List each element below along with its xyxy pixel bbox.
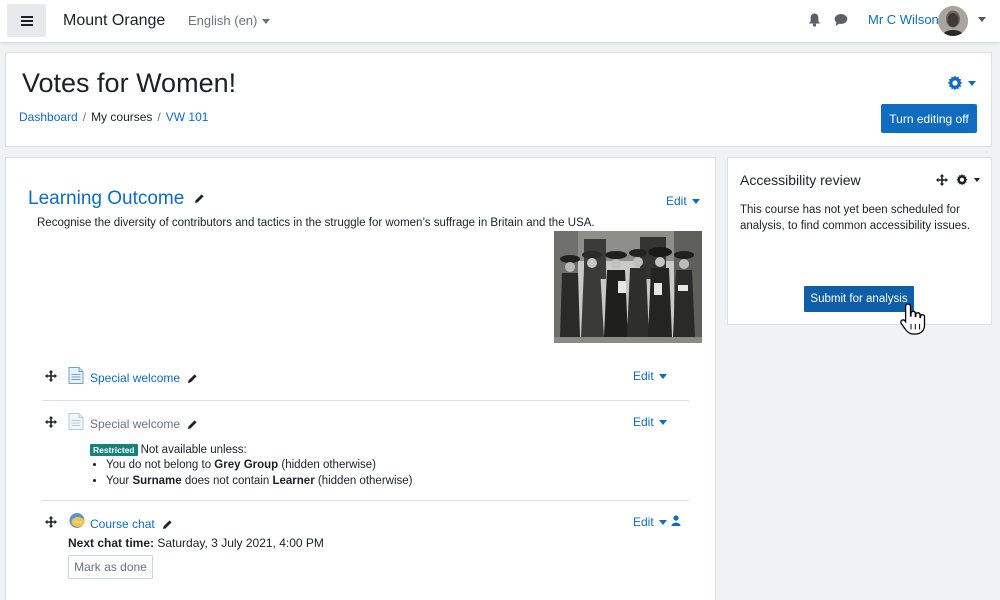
bell-icon[interactable] xyxy=(808,13,821,27)
navbar: Mount Orange English (en) Mr C Wilson xyxy=(0,0,1000,43)
course-content: Learning Outcome Edit Recognise the dive… xyxy=(5,157,716,600)
hand-cursor-icon xyxy=(900,303,926,335)
user-icon[interactable] xyxy=(671,515,681,526)
restricted-badge: Restricted xyxy=(90,444,138,456)
move-icon xyxy=(936,174,948,186)
breadcrumb-course[interactable]: VW 101 xyxy=(166,110,209,124)
activity-special-welcome: Special welcome Edit xyxy=(42,361,689,401)
activity-edit-menu[interactable]: Edit xyxy=(633,415,667,429)
section-edit-menu[interactable]: Edit xyxy=(666,194,700,208)
move-icon[interactable] xyxy=(45,516,57,528)
rule-group: Grey Group xyxy=(214,459,279,472)
move-icon[interactable] xyxy=(45,370,57,382)
pencil-icon[interactable] xyxy=(162,519,173,530)
turn-editing-off-button[interactable]: Turn editing off xyxy=(881,104,977,133)
section-summary: Recognise the diversity of contributors … xyxy=(37,217,595,229)
rule-text: You do not belong to xyxy=(106,459,212,472)
activity-name: Special welcome xyxy=(90,371,181,385)
rule-text: (hidden otherwise) xyxy=(281,459,377,472)
message-icon[interactable] xyxy=(834,13,848,27)
chat-icon xyxy=(69,513,85,528)
chevron-down-icon xyxy=(968,80,976,86)
section-title-text: Learning Outcome xyxy=(28,188,185,209)
menu-icon xyxy=(20,15,33,26)
chevron-down-icon xyxy=(658,520,667,526)
activity-course-chat: Course chat Edit Next chat time: Saturda… xyxy=(42,500,689,592)
breadcrumb-separator: / xyxy=(82,110,87,124)
language-menu[interactable]: English (en) xyxy=(188,13,271,28)
activity-link[interactable]: Course chat xyxy=(90,517,173,531)
breadcrumb-separator: / xyxy=(157,110,161,124)
pencil-icon[interactable] xyxy=(187,373,198,384)
restriction-rule: Your Surname does not contain Learner (h… xyxy=(106,473,412,489)
mark-as-done-button[interactable]: Mark as done xyxy=(68,555,153,579)
pencil-icon[interactable] xyxy=(187,419,198,430)
rule-text: does not contain xyxy=(184,475,270,488)
restriction-info: RestrictedNot available unless: You do n… xyxy=(90,444,412,489)
section-title[interactable]: Learning Outcome xyxy=(28,188,205,210)
rule-value: Learner xyxy=(272,475,315,488)
breadcrumb-my-courses[interactable]: My courses xyxy=(91,110,152,124)
restriction-intro: Not available unless: xyxy=(140,444,247,457)
breadcrumb: Dashboard / My courses / VW 101 xyxy=(19,110,208,124)
page-icon xyxy=(68,367,84,384)
page-title: Votes for Women! xyxy=(22,68,237,98)
chevron-down-icon xyxy=(691,199,700,205)
edit-label: Edit xyxy=(633,369,654,383)
breadcrumb-dashboard[interactable]: Dashboard xyxy=(19,110,78,124)
user-name[interactable]: Mr C Wilson xyxy=(868,12,939,27)
submit-for-analysis-button[interactable]: Submit for analysis xyxy=(804,286,914,312)
edit-label: Edit xyxy=(633,515,654,529)
chevron-down-icon xyxy=(262,19,271,25)
language-label: English (en) xyxy=(188,13,258,28)
rule-field: Surname xyxy=(132,475,182,488)
activity-edit-menu[interactable]: Edit xyxy=(633,515,667,529)
next-chat-time: Next chat time: Saturday, 3 July 2021, 4… xyxy=(68,536,324,550)
block-description: This course has not yet been scheduled f… xyxy=(740,204,971,232)
user-menu-chevron-icon[interactable] xyxy=(978,17,986,22)
edit-label: Edit xyxy=(666,194,687,208)
page-icon xyxy=(68,413,84,430)
next-chat-value: Saturday, 3 July 2021, 4:00 PM xyxy=(157,536,324,550)
rule-text: (hidden otherwise) xyxy=(317,475,413,488)
block-actions[interactable] xyxy=(936,173,984,187)
edit-label: Edit xyxy=(633,415,654,429)
activity-link[interactable]: Special welcome xyxy=(90,371,198,385)
restriction-rule: You do not belong to Grey Group (hidden … xyxy=(106,457,412,473)
accessibility-review-block: Accessibility review This course has not… xyxy=(727,157,992,325)
suffragette-group-photo xyxy=(554,231,702,343)
activity-link[interactable]: Special welcome xyxy=(90,417,198,431)
chevron-down-icon xyxy=(658,374,667,380)
course-settings-menu[interactable] xyxy=(947,74,979,92)
chevron-down-icon xyxy=(658,420,667,426)
next-chat-label: Next chat time: xyxy=(68,536,155,550)
activity-name: Course chat xyxy=(90,517,155,531)
page-header: Votes for Women! Dashboard / My courses / VW… xyxy=(5,52,992,147)
site-name[interactable]: Mount Orange xyxy=(63,12,165,30)
avatar[interactable] xyxy=(938,6,968,36)
activity-name: Special welcome xyxy=(90,417,181,431)
block-title: Accessibility review xyxy=(740,172,861,188)
menu-button[interactable] xyxy=(7,4,46,37)
rule-text: Your xyxy=(106,475,130,488)
activity-edit-menu[interactable]: Edit xyxy=(633,369,667,383)
gear-icon xyxy=(956,174,968,186)
gear-icon xyxy=(947,75,963,91)
activity-special-welcome-restricted: Special welcome Edit Restricted Not avail… xyxy=(42,400,689,500)
move-icon[interactable] xyxy=(45,416,57,428)
pencil-icon[interactable] xyxy=(194,193,205,204)
